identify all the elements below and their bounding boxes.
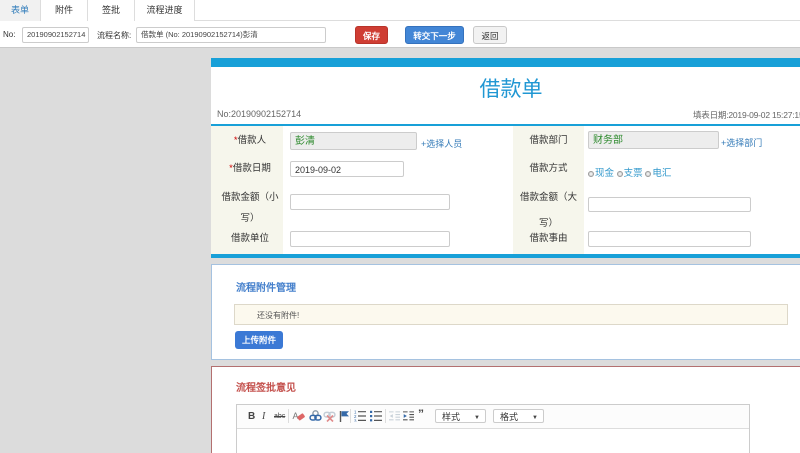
svg-text:A: A <box>293 411 299 421</box>
svg-text:3: 3 <box>354 418 357 422</box>
